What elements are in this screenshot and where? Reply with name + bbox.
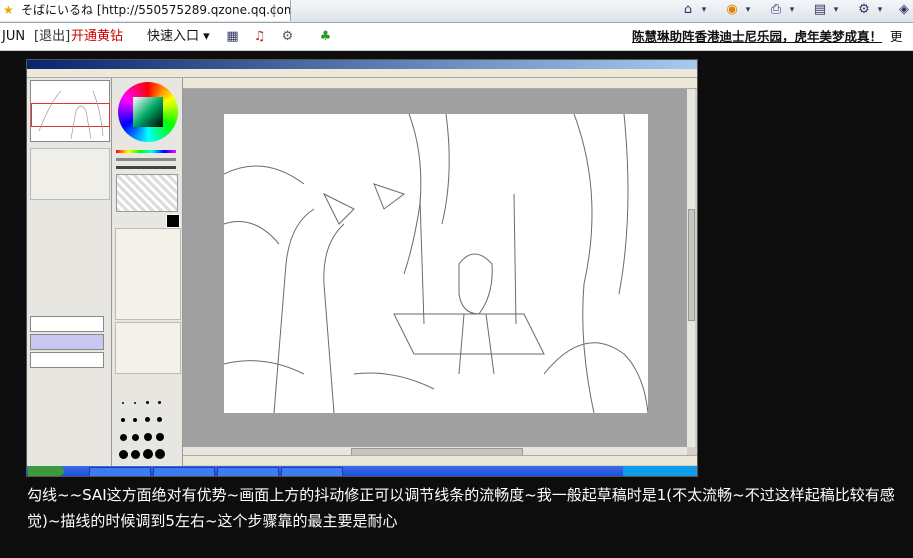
tool-settings [115,322,181,374]
brush-size-dot[interactable] [120,434,127,441]
layer-row[interactable] [30,352,104,368]
brush-size-dot[interactable] [122,402,124,404]
browser-tab-bar: ★ そばにいるね [http://550575289.qzone.qq.com] … [0,0,913,23]
brush-size-dot[interactable] [156,433,164,441]
logout-link[interactable]: [退出] [34,23,70,50]
brush-size-dot[interactable] [133,418,137,422]
color-square [133,97,163,127]
page-icon[interactable]: ▤ [812,2,828,18]
vertical-scrollbar[interactable] [687,89,695,447]
color-swatches[interactable] [116,174,178,212]
dropdown-arrow-icon[interactable]: ▾ [740,2,756,18]
brush-size-grid[interactable] [118,378,176,464]
quick-entry-menu[interactable]: 快速入口 ▾ [147,23,210,50]
brush-size-dot[interactable] [132,434,139,441]
taskbar-item[interactable] [217,467,279,476]
layer-row-selected[interactable] [30,334,104,350]
clover-icon[interactable]: ♣ [318,29,333,44]
navigator-sketch [38,90,104,140]
tab-title: そばにいるね [http://550575289.qzone.qq.com] [21,3,291,17]
music-icon[interactable]: ♫ [252,29,267,44]
dropdown-arrow-icon[interactable]: ▾ [696,2,712,18]
windows-taskbar [27,466,697,476]
dropdown-arrow-icon[interactable]: ▾ [872,2,888,18]
layer-row[interactable] [30,316,104,332]
sai-menu-bar [27,69,697,78]
lineart-sketch [223,113,649,414]
brush-size-dot[interactable] [158,401,161,404]
home-icon[interactable]: ⌂ [680,2,696,18]
post-content: 勾线~~SAI这方面绝对有优势~画面上方的抖动修正可以调节线条的流畅度~我一般起… [0,51,913,558]
print-icon[interactable]: ⎙ [768,2,784,18]
safety-icon[interactable]: ◈ [896,2,912,18]
navigator-thumbnail [30,80,110,142]
brush-size-dot[interactable] [146,401,149,404]
color-wheel[interactable] [118,82,178,142]
tools-icon[interactable]: ⚙ [856,2,872,18]
rss-icon[interactable]: ◉ [724,2,740,18]
tab-separator: | [272,3,277,17]
brush-size-dot[interactable] [119,450,128,459]
brush-size-dot[interactable] [143,449,153,459]
brush-size-dot[interactable] [157,417,162,422]
brush-size-dot[interactable] [155,449,165,459]
value-slider[interactable] [116,166,176,169]
post-caption: 勾线~~SAI这方面绝对有优势~画面上方的抖动修正可以调节线条的流畅度~我一般起… [27,486,895,530]
sai-title-bar [27,60,697,69]
browser-tab[interactable]: ★ そばにいるね [http://550575289.qzone.qq.com] … [0,0,291,21]
dropdown-arrow-icon[interactable]: ▾ [828,2,844,18]
system-tray [623,466,697,476]
hue-slider[interactable] [116,150,176,153]
dropdown-arrow-icon[interactable]: ▾ [784,2,800,18]
sai-toolbar [113,78,697,89]
taskbar-item[interactable] [153,467,215,476]
taskbar-item[interactable] [281,467,343,476]
brush-size-dot[interactable] [134,402,136,404]
scrollbar-thumb[interactable] [688,209,695,321]
star-icon: ★ [3,3,14,17]
nickname[interactable]: JUN [2,23,25,50]
headline-link[interactable]: 陈慧琳助阵香港迪士尼乐园，虎年美梦成真！ [632,23,882,50]
horizontal-scrollbar[interactable] [183,447,687,456]
brush-size-dot[interactable] [144,433,152,441]
saturation-slider[interactable] [116,158,176,161]
open-vip-link[interactable]: 开通黄钻 [71,23,123,50]
brush-size-dot[interactable] [121,418,125,422]
gear-icon[interactable]: ⚙ [280,29,295,44]
layer-options [30,148,110,200]
taskbar-item[interactable] [89,467,151,476]
sai-canvas-area [183,89,687,447]
sai-screenshot-image [26,59,698,477]
sai-status-bar [183,455,697,465]
drawing-paper [223,113,649,414]
calendar-icon[interactable]: ▦ [225,29,240,44]
sai-left-panel [27,78,112,470]
foreground-color[interactable] [166,214,180,228]
sai-tool-panel [112,78,183,470]
qzone-nav-bar: JUN [退出] 开通黄钻 快速入口 ▾ ▦ ♫ ⚙ ♣ 陈慧琳助阵香港迪士尼乐… [0,23,913,71]
start-button[interactable] [28,466,64,476]
brush-size-dot[interactable] [131,450,140,459]
brush-size-dot[interactable] [145,417,150,422]
tool-grid[interactable] [115,228,181,320]
